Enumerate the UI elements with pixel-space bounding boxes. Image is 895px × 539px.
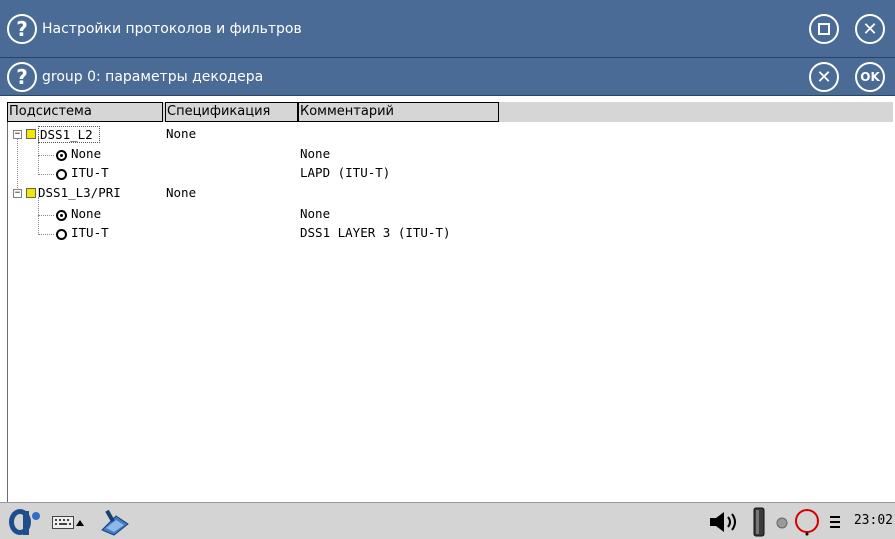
- square-icon: [818, 23, 830, 35]
- header-subsystem[interactable]: Подсистема: [7, 102, 163, 122]
- dialog-title: group 0: параметры декодера: [42, 69, 264, 85]
- tree-item-label: None: [71, 146, 102, 161]
- collapse-icon[interactable]: −: [13, 130, 22, 139]
- clock[interactable]: 23:02: [854, 513, 893, 528]
- window-titlebar: ? Настройки протоколов и фильтров ✕: [0, 0, 895, 58]
- tree-row-option[interactable]: ITU-T LAPD (ITU-T): [8, 165, 895, 184]
- speaker-icon[interactable]: [708, 511, 742, 533]
- tree-row-dss1-l3-pri[interactable]: − DSS1_L3/PRI None: [8, 185, 895, 204]
- tree-view: − DSS1_L2 None None None ITU-T LAPD (ITU…: [7, 122, 895, 502]
- radio-empty-icon[interactable]: [56, 169, 67, 180]
- folder-box-icon: [26, 188, 36, 198]
- taskbar: 23:02: [0, 502, 895, 539]
- radio-empty-icon[interactable]: [56, 229, 67, 240]
- window-title: Настройки протоколов и фильтров: [42, 21, 302, 37]
- tree-item-comment: LAPD (ITU-T): [300, 165, 391, 180]
- arrow-up-icon[interactable]: [76, 520, 84, 526]
- tree-item-label: None: [71, 206, 102, 221]
- dialog-help-icon[interactable]: ?: [7, 62, 37, 92]
- record-icon[interactable]: [794, 508, 822, 536]
- battery-icon: [753, 507, 765, 537]
- tree-row-option[interactable]: None None: [8, 146, 895, 165]
- dialog-close-button[interactable]: ✕: [809, 62, 839, 92]
- dialog-titlebar: ? group 0: параметры декодера ✕ OK: [0, 58, 895, 96]
- tree-item-comment: None: [300, 206, 331, 221]
- tree-row-option[interactable]: ITU-T DSS1 LAYER 3 (ITU-T): [8, 225, 895, 244]
- tree-item-label: DSS1_L3/PRI: [38, 185, 121, 200]
- tree-item-label: ITU-T: [71, 225, 109, 240]
- keyboard-icon[interactable]: [52, 516, 74, 529]
- close-window-button[interactable]: ✕: [855, 14, 885, 44]
- tree-row-dss1-l2[interactable]: − DSS1_L2 None: [8, 126, 895, 145]
- maximize-button[interactable]: [809, 14, 839, 44]
- start-menu-icon[interactable]: [6, 507, 44, 537]
- status-dot-icon: [776, 517, 788, 529]
- ok-button[interactable]: OK: [855, 62, 885, 92]
- tree-item-comment: None: [300, 146, 331, 161]
- list-icon[interactable]: [829, 515, 841, 529]
- header-comment[interactable]: Комментарий: [298, 102, 499, 122]
- network-icon[interactable]: [98, 508, 132, 536]
- radio-selected-icon[interactable]: [56, 150, 67, 161]
- help-icon[interactable]: ?: [7, 14, 37, 44]
- tree-item-spec: None: [166, 185, 197, 200]
- collapse-icon[interactable]: −: [13, 189, 22, 198]
- tree-item-spec: None: [166, 126, 197, 141]
- radio-selected-icon[interactable]: [56, 210, 67, 221]
- header-specification[interactable]: Спецификация: [165, 102, 298, 122]
- tree-item-comment: DSS1 LAYER 3 (ITU-T): [300, 225, 451, 240]
- tree-item-label: DSS1_L2: [38, 126, 100, 143]
- folder-box-icon: [26, 129, 36, 139]
- tree-item-label: ITU-T: [71, 165, 109, 180]
- column-headers: Подсистема Спецификация Комментарий: [7, 102, 893, 122]
- tree-row-option[interactable]: None None: [8, 206, 895, 225]
